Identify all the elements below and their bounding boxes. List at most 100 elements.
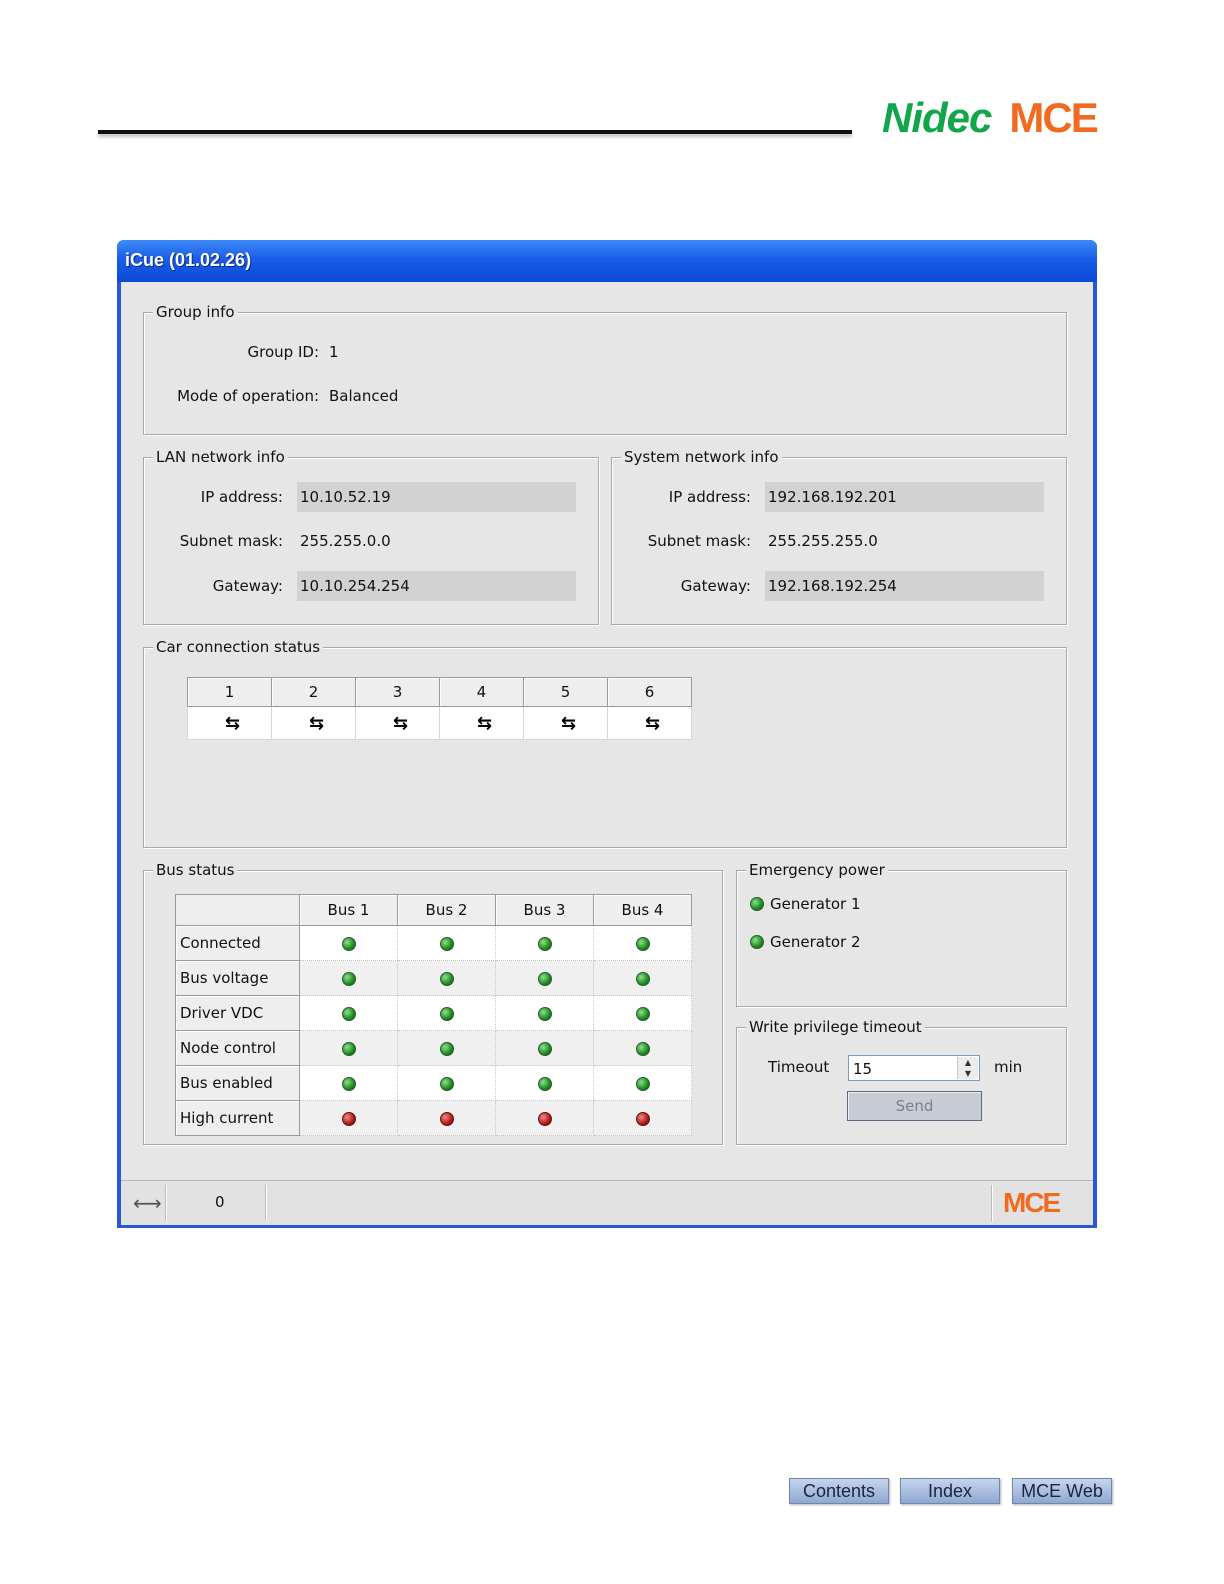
car-header-6: 6 [607, 677, 692, 707]
chevron-down-icon[interactable]: ▼ [958, 1068, 978, 1079]
system-legend: System network info [621, 447, 782, 467]
lan-subnet-label: Subnet mask: [179, 532, 283, 550]
status-led-icon [750, 935, 764, 949]
system-ip-field: 192.168.192.201 [765, 482, 1044, 512]
icue-window: iCue (01.02.26) Group info Group ID: 1 M… [117, 240, 1097, 1228]
disconnected-arrows-icon: ⇆ [644, 712, 660, 734]
status-led-icon [341, 1076, 356, 1091]
brand-mce-logo: MCE [1009, 94, 1098, 141]
system-network-panel: System network info IP address: 192.168.… [611, 447, 1067, 625]
generator-2: Generator 2 [750, 932, 860, 952]
system-ip-label: IP address: [668, 488, 751, 506]
table-row: Driver VDC [175, 995, 692, 1031]
window-title: iCue (01.02.26) [125, 250, 252, 270]
group-id-value: 1 [329, 343, 339, 361]
disconnected-arrows-icon: ⇆ [476, 712, 492, 734]
bus-column-4: Bus 4 [593, 894, 692, 926]
table-row: Node control [175, 1030, 692, 1066]
status-led-icon [537, 936, 552, 951]
bus-column-3: Bus 3 [495, 894, 594, 926]
status-led-icon [439, 1006, 454, 1021]
status-led-icon [439, 1111, 454, 1126]
system-subnet-field: 255.255.255.0 [768, 532, 878, 550]
disconnected-arrows-icon: ⇆ [392, 712, 408, 734]
status-led-icon [341, 1111, 356, 1126]
window-client-area: Group info Group ID: 1 Mode of operation… [121, 282, 1093, 1225]
mce-logo: MCE [1003, 1187, 1061, 1218]
group-info-legend: Group info [153, 302, 238, 322]
lan-subnet-field: 255.255.0.0 [300, 532, 391, 550]
bus-status-panel: Bus status Bus 1 Bus 2 Bus 3 Bus 4 Conne… [143, 860, 723, 1145]
status-led-icon [341, 971, 356, 986]
car-connection-legend: Car connection status [153, 637, 324, 657]
disconnected-arrows-icon: ⇆ [560, 712, 576, 734]
bus-column-1: Bus 1 [299, 894, 398, 926]
send-button[interactable]: Send [847, 1091, 982, 1121]
bus-row-label: High current [175, 1100, 300, 1136]
contents-button[interactable]: Contents [789, 1478, 889, 1504]
status-led-icon [439, 1076, 454, 1091]
table-row: Connected [175, 925, 692, 961]
car-status-5: ⇆ [523, 706, 608, 740]
car-status-6: ⇆ [607, 706, 692, 740]
timeout-stepper[interactable]: 15 ▲ ▼ [848, 1055, 980, 1081]
timeout-label: Timeout [768, 1058, 830, 1076]
group-info-panel: Group info Group ID: 1 Mode of operation… [143, 302, 1067, 435]
system-gateway-field: 192.168.192.254 [765, 571, 1044, 601]
bus-column-2: Bus 2 [397, 894, 496, 926]
disconnected-arrows-icon: ⇆ [224, 712, 240, 734]
emergency-power-panel: Emergency power Generator 1 Generator 2 [736, 860, 1067, 1007]
disconnected-arrows-icon: ⇆ [308, 712, 324, 734]
index-button[interactable]: Index [900, 1478, 1000, 1504]
car-status-4: ⇆ [439, 706, 524, 740]
car-status-3: ⇆ [355, 706, 440, 740]
mode-value: Balanced [329, 387, 399, 405]
lan-gateway-label: Gateway: [212, 577, 283, 595]
status-led-icon [439, 1041, 454, 1056]
status-led-icon [537, 1076, 552, 1091]
generator-1-label: Generator 1 [770, 895, 861, 913]
group-id-label: Group ID: [247, 343, 319, 361]
car-header-2: 2 [271, 677, 356, 707]
status-led-icon [537, 1041, 552, 1056]
status-led-icon [439, 971, 454, 986]
table-row: Bus enabled [175, 1065, 692, 1101]
status-led-icon [537, 971, 552, 986]
status-led-icon [635, 1111, 650, 1126]
car-header-5: 5 [523, 677, 608, 707]
emergency-power-legend: Emergency power [746, 860, 888, 880]
status-led-icon [537, 1006, 552, 1021]
timeout-unit: min [994, 1058, 1023, 1076]
status-led-icon [341, 1006, 356, 1021]
bus-row-label: Bus enabled [175, 1065, 300, 1101]
double-arrow-icon: ⟷ [133, 1191, 162, 1215]
stepper-arrows[interactable]: ▲ ▼ [957, 1057, 978, 1079]
bus-status-legend: Bus status [153, 860, 238, 880]
lan-network-panel: LAN network info IP address: 10.10.52.19… [143, 447, 599, 625]
table-row: High current [175, 1100, 692, 1136]
brand-nidec-logo: Nidec [882, 94, 992, 141]
status-led-icon [537, 1111, 552, 1126]
brand-logo: Nidec MCE [882, 94, 1099, 141]
bus-status-table: Bus 1 Bus 2 Bus 3 Bus 4 Connected Bus vo… [175, 894, 692, 1136]
chevron-up-icon[interactable]: ▲ [958, 1057, 978, 1068]
status-led-icon [635, 1006, 650, 1021]
window-titlebar[interactable]: iCue (01.02.26) [117, 240, 1097, 282]
bus-row-label: Node control [175, 1030, 300, 1066]
car-header-3: 3 [355, 677, 440, 707]
mce-web-button[interactable]: MCE Web [1012, 1478, 1112, 1504]
bus-row-label: Bus voltage [175, 960, 300, 996]
car-status-2: ⇆ [271, 706, 356, 740]
car-connection-table: 1 2 3 4 5 6 ⇆ ⇆ ⇆ ⇆ ⇆ ⇆ [187, 677, 692, 740]
status-led-icon [635, 1041, 650, 1056]
bus-table-corner [175, 894, 300, 926]
lan-gateway-field: 10.10.254.254 [297, 571, 576, 601]
status-bar: ⟷ 0 MCE [121, 1180, 1093, 1225]
car-connection-panel: Car connection status 1 2 3 4 5 6 ⇆ ⇆ ⇆ … [143, 637, 1067, 848]
status-led-icon [439, 936, 454, 951]
lan-ip-field: 10.10.52.19 [297, 482, 576, 512]
generator-1: Generator 1 [750, 894, 860, 914]
bus-row-label: Driver VDC [175, 995, 300, 1031]
write-privilege-panel: Write privilege timeout Timeout 15 ▲ ▼ m… [736, 1017, 1067, 1145]
lan-ip-label: IP address: [200, 488, 283, 506]
